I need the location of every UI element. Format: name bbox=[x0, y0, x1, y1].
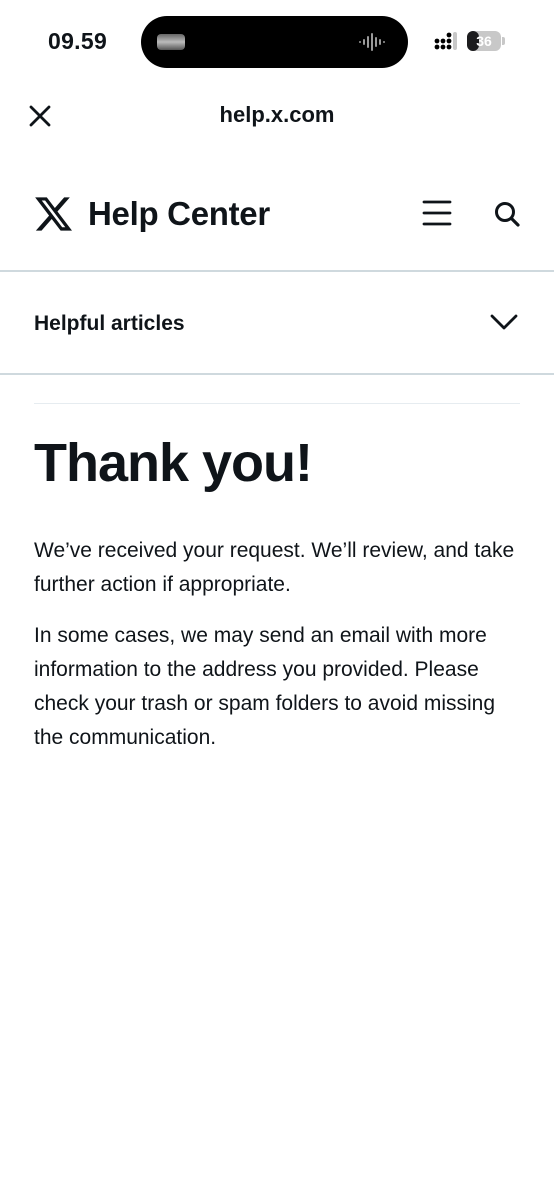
confirmation-message: We’ve received your request. We’ll revie… bbox=[34, 539, 515, 596]
search-icon[interactable] bbox=[491, 198, 523, 230]
chevron-down-icon bbox=[490, 314, 518, 330]
email-notice-message: In some cases, we may send an email with… bbox=[34, 624, 496, 749]
audio-waveform-icon bbox=[359, 33, 385, 51]
site-title[interactable]: Help Center bbox=[88, 195, 270, 233]
battery-percentage: 36 bbox=[476, 33, 492, 49]
now-playing-artwork-icon bbox=[157, 34, 185, 50]
cellular-signal-icon bbox=[434, 32, 457, 50]
hamburger-menu-icon[interactable] bbox=[420, 198, 454, 228]
dynamic-island[interactable] bbox=[141, 16, 408, 68]
status-bar: 09.59 36 bbox=[0, 0, 554, 80]
status-time: 09.59 bbox=[48, 28, 108, 54]
helpful-articles-label: Helpful articles bbox=[34, 312, 185, 335]
content-divider bbox=[34, 403, 520, 404]
browser-url-bar: help.x.com bbox=[0, 86, 554, 144]
url-text[interactable]: help.x.com bbox=[0, 102, 554, 128]
battery-icon: 36 bbox=[467, 31, 501, 51]
helpful-articles-dropdown[interactable]: Helpful articles bbox=[0, 272, 554, 373]
battery-cap bbox=[502, 37, 505, 45]
x-logo-icon[interactable] bbox=[33, 193, 74, 235]
page-title: Thank you! bbox=[34, 433, 313, 493]
accordion-divider bbox=[0, 373, 554, 375]
site-header: Help Center bbox=[0, 180, 554, 270]
